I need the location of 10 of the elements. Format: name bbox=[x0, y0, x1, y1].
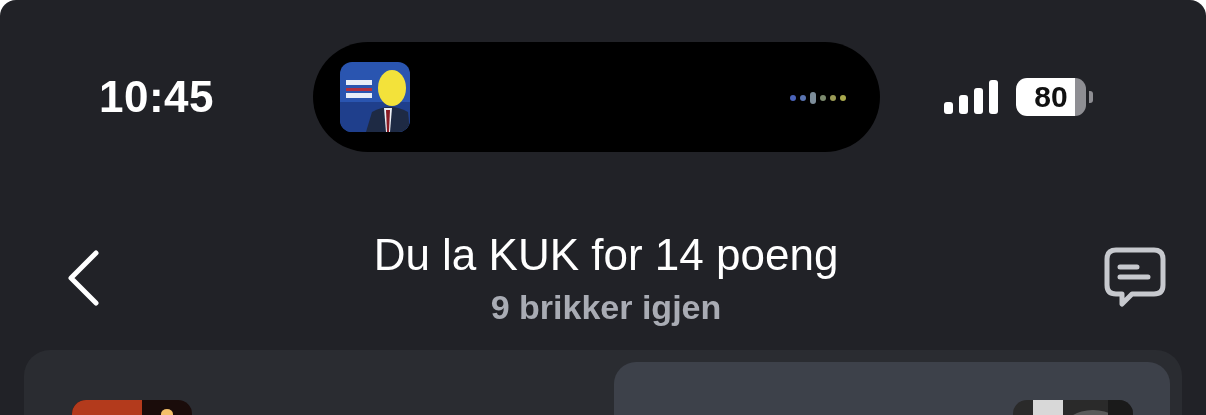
waveform-icon bbox=[790, 92, 848, 104]
header-title: Du la KUK for 14 poeng bbox=[373, 229, 839, 281]
back-button[interactable] bbox=[66, 249, 100, 307]
status-time: 10:45 bbox=[98, 72, 214, 122]
chat-button[interactable] bbox=[1104, 247, 1166, 309]
back-icon bbox=[66, 249, 100, 307]
signal-icon bbox=[944, 80, 998, 114]
battery-indicator: 80 bbox=[1016, 78, 1093, 116]
header-subtitle: 9 brikker igjen bbox=[490, 287, 722, 327]
chat-icon bbox=[1104, 247, 1166, 309]
